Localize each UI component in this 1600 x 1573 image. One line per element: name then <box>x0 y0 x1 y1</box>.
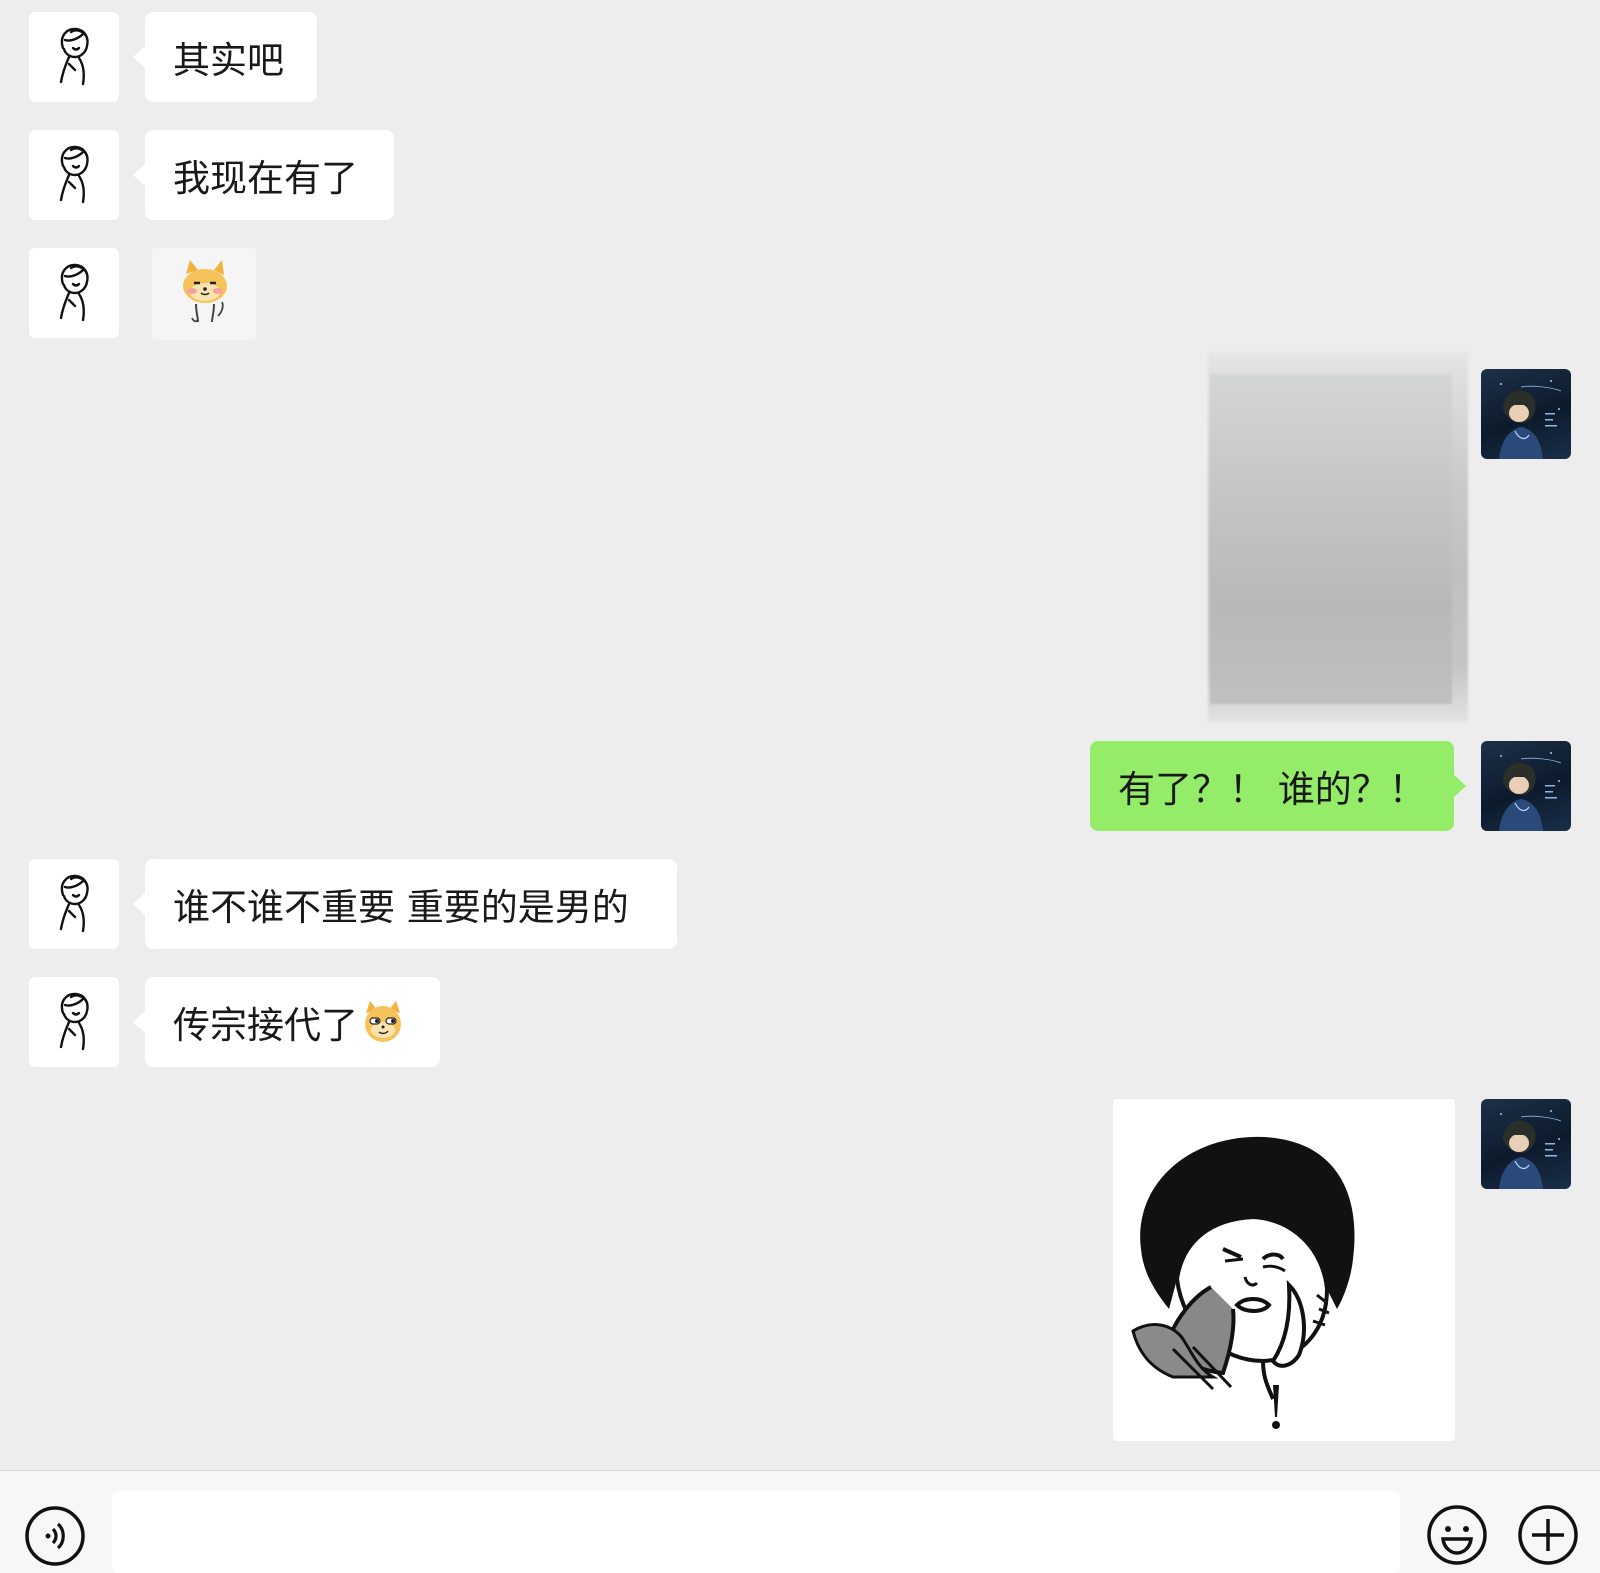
message-input[interactable] <box>112 1491 1400 1573</box>
message-text: 谁不谁不重要 重要的是男的 <box>173 886 629 929</box>
emoji-icon <box>1427 1505 1487 1565</box>
plus-icon <box>1518 1505 1578 1565</box>
my-avatar[interactable] <box>1481 1099 1571 1189</box>
sketch-person-icon <box>59 263 89 322</box>
voice-icon <box>25 1506 85 1566</box>
shiba-dog-sticker[interactable] <box>152 248 256 340</box>
message-bubble[interactable]: 我现在有了 <box>133 130 394 220</box>
friend-avatar[interactable] <box>29 248 119 338</box>
message-bubble[interactable]: 谁不谁不重要 重要的是男的 <box>133 859 677 949</box>
plus-button[interactable] <box>1516 1503 1580 1571</box>
emoji-button[interactable] <box>1425 1503 1489 1571</box>
chat-input-bar <box>0 1470 1600 1573</box>
anime-boy-avatar-icon <box>1499 1110 1562 1189</box>
message-bubble[interactable]: 其实吧 <box>133 12 317 102</box>
sketch-person-icon <box>59 874 89 933</box>
sketch-person-icon <box>59 992 89 1051</box>
sketch-person-icon <box>59 27 89 86</box>
shared-image-blurred[interactable] <box>1208 352 1468 722</box>
shiba-smirk-emoji-icon <box>365 1001 401 1042</box>
message-text: 其实吧 <box>173 39 284 82</box>
anime-boy-avatar-icon <box>1499 380 1562 459</box>
friend-avatar[interactable] <box>29 977 119 1067</box>
sketch-person-icon <box>59 145 89 204</box>
shiba-dog-icon <box>183 260 227 323</box>
friend-avatar[interactable] <box>29 859 119 949</box>
my-avatar[interactable] <box>1481 369 1571 459</box>
message-text: 有了？！ 谁的？！ <box>1118 768 1426 811</box>
chat-message-list: 其实吧 我现在有了 有了？！ 谁的？！ 谁不谁不重要 重要的是男的 传宗接代了 <box>0 0 1600 1470</box>
mushroom-head-surprised-sticker[interactable] <box>1113 1099 1455 1441</box>
friend-avatar[interactable] <box>29 12 119 102</box>
friend-avatar[interactable] <box>29 130 119 220</box>
message-text: 我现在有了 <box>173 157 358 200</box>
message-bubble-outgoing[interactable]: 有了？！ 谁的？！ <box>1090 741 1466 831</box>
anime-boy-avatar-icon <box>1499 752 1562 831</box>
voice-button[interactable] <box>24 1505 86 1571</box>
message-bubble[interactable]: 传宗接代了 <box>133 977 440 1067</box>
message-text: 传宗接代了 <box>173 1004 358 1047</box>
my-avatar[interactable] <box>1481 741 1571 831</box>
mushroom-head-surprised-icon <box>1131 1136 1355 1429</box>
image-content <box>1210 374 1452 704</box>
